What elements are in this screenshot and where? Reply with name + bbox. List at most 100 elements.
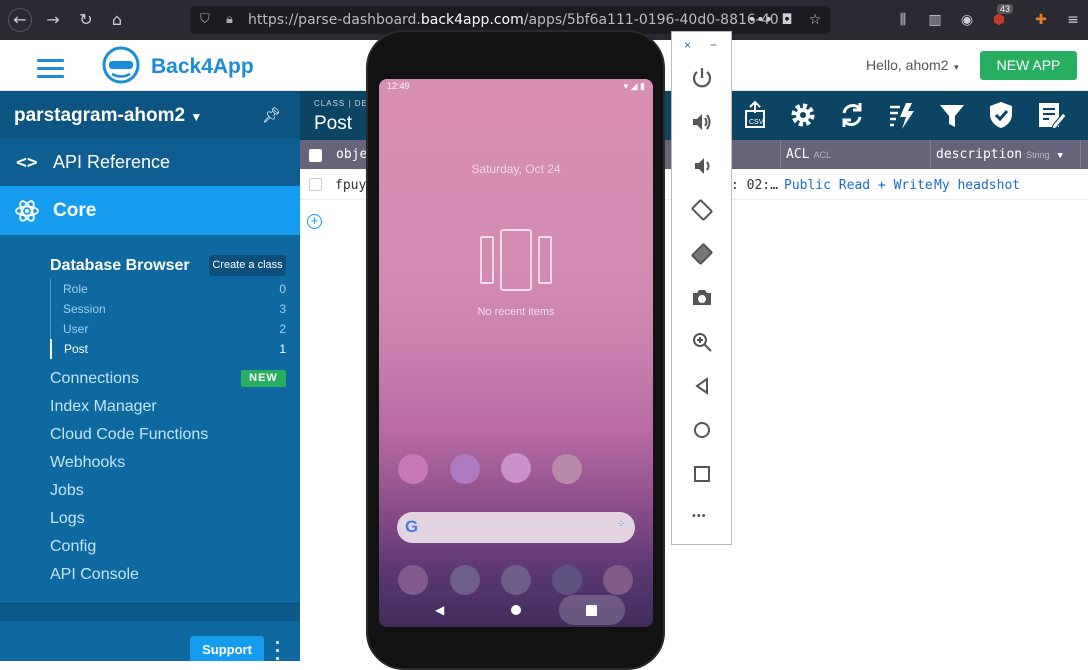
power-icon[interactable] — [690, 66, 714, 90]
play-store-icon[interactable] — [501, 453, 531, 483]
phone-app-icon[interactable] — [398, 454, 428, 484]
sidebar-item-cloud-code-functions[interactable]: Cloud Code Functions — [50, 426, 208, 444]
cell-date[interactable]: : 02:… — [731, 178, 778, 193]
zoom-in-icon[interactable] — [690, 330, 714, 354]
no-recent-items-text: No recent items — [477, 306, 555, 318]
description-name: description — [936, 147, 1023, 162]
sort-caret-icon[interactable]: ▼ — [1057, 151, 1062, 161]
sidebar-divider — [0, 603, 300, 621]
cell-description[interactable]: My headshot — [934, 178, 1020, 193]
class-item-role[interactable]: Role 0 — [51, 279, 288, 299]
maps-app-icon[interactable] — [450, 565, 480, 595]
sidebar-item-core[interactable]: Core — [0, 186, 300, 235]
more-actions-icon[interactable]: ••• — [748, 9, 773, 31]
sidebar-item-config[interactable]: Config — [50, 538, 96, 556]
class-item-post[interactable]: Post 1 — [50, 339, 288, 359]
edit-notes-icon[interactable] — [1035, 99, 1067, 131]
rotate-right-icon[interactable] — [690, 242, 714, 266]
back-icon[interactable]: ← — [8, 8, 32, 32]
settings-app-icon[interactable] — [552, 565, 582, 595]
database-browser-link[interactable]: Database Browser — [50, 257, 190, 275]
home-icon[interactable]: ⌂ — [105, 8, 129, 32]
cell-object-id[interactable]: fpuy — [335, 178, 366, 193]
filter-icon[interactable] — [936, 99, 968, 131]
security-shield-icon[interactable] — [985, 99, 1017, 131]
back-triangle-icon[interactable] — [690, 374, 714, 398]
column-header-description[interactable]: description String ▼ — [930, 140, 1080, 169]
bookmark-star-icon[interactable]: ☆ — [804, 9, 826, 31]
user-greeting-dropdown[interactable]: Hello, ahom2 ▼ — [866, 57, 960, 73]
url-prefix: https://parse-dashboard. — [248, 12, 421, 28]
android-back-icon[interactable]: ◀ — [435, 603, 444, 617]
lock-icon[interactable]: 🔒︎ — [226, 6, 233, 34]
sidebar-item-jobs[interactable]: Jobs — [50, 482, 84, 500]
sidebar-item-connections[interactable]: Connections — [50, 370, 139, 388]
row-checkbox[interactable] — [309, 178, 322, 191]
class-count: 0 — [279, 282, 286, 296]
android-recents-icon[interactable] — [586, 605, 597, 616]
close-icon[interactable]: × — [684, 38, 691, 52]
android-home-icon[interactable] — [511, 605, 521, 615]
class-name: Post — [64, 342, 89, 356]
library-icon[interactable]: ⫼ — [892, 9, 914, 31]
sidebar-item-api-reference[interactable]: <> API Reference — [0, 138, 300, 186]
forward-icon[interactable]: → — [41, 8, 65, 32]
app-selector[interactable]: parstagram-ahom2 ▼ — [0, 91, 300, 138]
home-circle-icon[interactable] — [690, 418, 714, 442]
class-item-session[interactable]: Session 3 — [51, 299, 288, 319]
camera-icon[interactable] — [690, 286, 714, 310]
support-button[interactable]: Support — [190, 636, 264, 661]
status-time: 12:49 — [387, 81, 410, 91]
sidebar-item-logs[interactable]: Logs — [50, 510, 85, 528]
refresh-icon[interactable] — [836, 99, 868, 131]
android-app-icon[interactable] — [501, 565, 531, 595]
column-header-acl[interactable]: ACL ACL — [780, 140, 930, 169]
recent-apps-illustration-icon — [480, 229, 552, 291]
brand-name: Back4App — [151, 55, 254, 78]
class-name-title: Post — [314, 113, 353, 134]
messages-app-icon[interactable] — [450, 454, 480, 484]
account-icon[interactable]: ◉ — [956, 9, 978, 31]
trigger-icon[interactable] — [886, 99, 918, 131]
minimize-icon[interactable]: − — [710, 38, 717, 52]
export-csv-icon[interactable]: CSV — [739, 99, 771, 131]
photos-app-icon[interactable] — [398, 565, 428, 595]
shield-icon[interactable]: ⛉ — [200, 6, 210, 34]
select-all-checkbox[interactable] — [309, 149, 322, 162]
sidebar-item-webhooks[interactable]: Webhooks — [50, 454, 125, 472]
cell-acl[interactable]: Public Read + Write — [784, 178, 933, 193]
overview-square-icon[interactable] — [690, 462, 714, 486]
class-name: Session — [63, 302, 106, 316]
reload-icon[interactable]: ↻ — [74, 8, 98, 32]
more-vertical-icon[interactable]: · · · — [275, 634, 281, 661]
create-class-button[interactable]: Create a class — [209, 255, 286, 276]
gmail-app-icon[interactable] — [603, 565, 633, 595]
column-header-objectid[interactable]: obje — [336, 140, 367, 169]
chrome-icon[interactable] — [552, 454, 582, 484]
hamburger-menu-icon[interactable] — [37, 59, 64, 79]
extensions-icon[interactable]: ✚ — [1030, 9, 1052, 31]
rotate-left-icon[interactable] — [690, 198, 714, 222]
class-list: Role 0 Session 3 User 2 Post 1 — [50, 279, 288, 359]
sidebar-icon[interactable]: ▥ — [924, 9, 946, 31]
new-app-button[interactable]: NEW APP — [980, 51, 1077, 80]
column-header-next[interactable] — [1080, 140, 1088, 169]
volume-up-icon[interactable] — [690, 110, 714, 134]
add-row-icon[interactable]: + — [307, 214, 322, 229]
gear-icon[interactable] — [787, 99, 819, 131]
menu-icon[interactable]: ≡ — [1062, 9, 1084, 31]
phone-screen[interactable]: 12:49 ▾ ◢ ▮ Saturday, Oct 24 No recent i… — [379, 79, 653, 627]
sidebar-item-index-manager[interactable]: Index Manager — [50, 398, 157, 416]
google-search-bar[interactable]: G ⁘ — [397, 512, 635, 543]
assistant-icon[interactable]: ⁘ — [617, 519, 625, 530]
class-item-user[interactable]: User 2 — [51, 319, 288, 339]
sidebar-item-api-console[interactable]: API Console — [50, 566, 139, 584]
pocket-icon[interactable]: ◘ — [776, 9, 798, 31]
more-options-icon[interactable]: ••• — [692, 510, 707, 522]
volume-down-icon[interactable] — [690, 154, 714, 178]
google-logo-icon: G — [405, 517, 419, 536]
class-name: User — [63, 322, 89, 336]
notification-count: 43 — [997, 4, 1014, 14]
pin-icon[interactable]: 📌︎ — [262, 106, 281, 124]
app-name: parstagram-ahom2 — [14, 105, 186, 126]
